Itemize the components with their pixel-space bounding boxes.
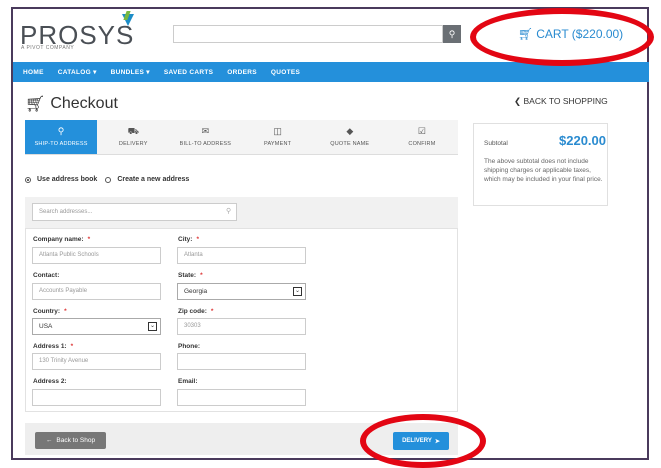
city-label: City: * [178,236,199,243]
address1-field[interactable]: 130 Trinity Avenue [32,353,161,370]
state-value: Georgia [184,288,208,295]
search-input[interactable] [173,25,443,43]
step-quote-name[interactable]: ◆ QUOTE NAME [314,120,386,154]
cart-icon: 🛒︎ [25,96,46,113]
step-label: BILL-TO ADDRESS [179,141,232,147]
step-payment[interactable]: ◫ PAYMENT [242,120,314,154]
subtotal-note: The above subtotal does not include ship… [484,158,603,183]
nav-orders[interactable]: ORDERS [227,69,257,76]
step-label: QUOTE NAME [330,141,370,147]
state-label: State: * [178,272,203,279]
nav-quotes[interactable]: QUOTES [271,69,300,76]
company-field[interactable]: Atlanta Public Schools [32,247,161,264]
step-bill-to-address[interactable]: ✉ BILL-TO ADDRESS [169,120,241,154]
page-title: 🛒︎ Checkout [25,94,118,114]
country-select[interactable]: USA ⌄ [32,318,161,335]
zip-label: Zip code: * [178,308,213,315]
arrow-left-icon: ← [45,437,53,444]
country-value: USA [39,323,53,330]
email-field[interactable] [177,389,306,406]
required-mark: * [70,343,74,350]
step-label: SHIP-TO ADDRESS [34,141,88,147]
contact-field[interactable]: Accounts Payable [32,283,161,300]
cart-highlight-annotation [470,8,654,66]
tag-icon: ◆ [346,126,354,136]
chevron-down-icon: ⌄ [293,287,302,296]
company-label: Company name: * [33,236,90,243]
subtotal-label: Subtotal [484,140,508,147]
chevron-down-icon: ⌄ [148,322,157,331]
back-to-shopping-link[interactable]: ❮ BACK TO SHOPPING [514,96,608,107]
truck-icon: ⛟ [127,126,139,136]
back-to-shopping-label: BACK TO SHOPPING [523,96,608,106]
nav-home[interactable]: HOME [23,69,44,76]
state-select[interactable]: Georgia ⌄ [177,283,306,300]
state-label-text: State: [178,272,197,279]
zip-field[interactable]: 30303 [177,318,306,335]
address1-label-text: Address 1: [33,343,67,350]
phone-field[interactable] [177,353,306,370]
country-label-text: Country: [33,308,61,315]
search-icon: ⚲ [226,208,232,215]
email-label: Email: [178,378,198,385]
logo-tagline: A PIVOT COMPANY [21,45,75,51]
address-form-panel [25,197,458,412]
money-icon: ◫ [273,126,282,136]
required-mark: * [87,236,91,243]
address-mode-options: Use address book Create a new address [25,176,189,183]
step-label: DELIVERY [118,141,148,147]
step-label: PAYMENT [264,141,292,147]
step-ship-to-address[interactable]: ⚲ SHIP-TO ADDRESS [25,120,98,154]
city-label-text: City: [178,236,193,243]
step-delivery[interactable]: ⛟ DELIVERY [97,120,169,154]
city-field[interactable]: Atlanta [177,247,306,264]
nav-bundles[interactable]: BUNDLES ▾ [111,68,150,76]
delivery-highlight-annotation [360,414,486,468]
envelope-icon: ✉ [201,126,210,136]
use-address-book-radio[interactable] [25,176,31,183]
address2-label: Address 2: [33,378,67,385]
step-label: CONFIRM [408,141,436,147]
required-mark: * [210,308,214,315]
checkout-steps: ⚲ SHIP-TO ADDRESS ⛟ DELIVERY ✉ BILL-TO A… [25,120,458,155]
back-to-shop-button[interactable]: ← Back to Shop [35,432,106,449]
map-marker-icon: ⚲ [57,126,65,136]
search-icon: ⚲ [448,28,456,39]
country-label: Country: * [33,308,67,315]
nav-saved-carts[interactable]: SAVED CARTS [164,69,213,76]
address1-label: Address 1: * [33,343,73,350]
chevron-left-icon: ❮ [514,96,522,106]
step-confirm[interactable]: ☑ CONFIRM [386,120,458,154]
address-search-input[interactable]: Search addresses... [32,203,237,221]
nav-catalog[interactable]: CATALOG ▾ [58,68,97,76]
check-square-icon: ☑ [417,126,426,136]
search-button[interactable]: ⚲ [443,25,461,43]
phone-label: Phone: [178,343,201,350]
back-to-shop-label: Back to Shop [56,437,96,444]
required-mark: * [64,308,67,315]
company-label-text: Company name: [33,236,84,243]
page-title-text: Checkout [50,95,118,112]
subtotal-value: $220.00 [559,133,606,148]
use-address-book-label: Use address book [37,176,98,183]
create-new-address-label: Create a new address [117,176,190,183]
required-mark: * [196,236,199,243]
zip-label-text: Zip code: [178,308,207,315]
address2-field[interactable] [32,389,161,406]
create-new-address-radio[interactable] [105,176,112,183]
contact-label: Contact: [33,272,60,279]
required-mark: * [200,272,203,279]
